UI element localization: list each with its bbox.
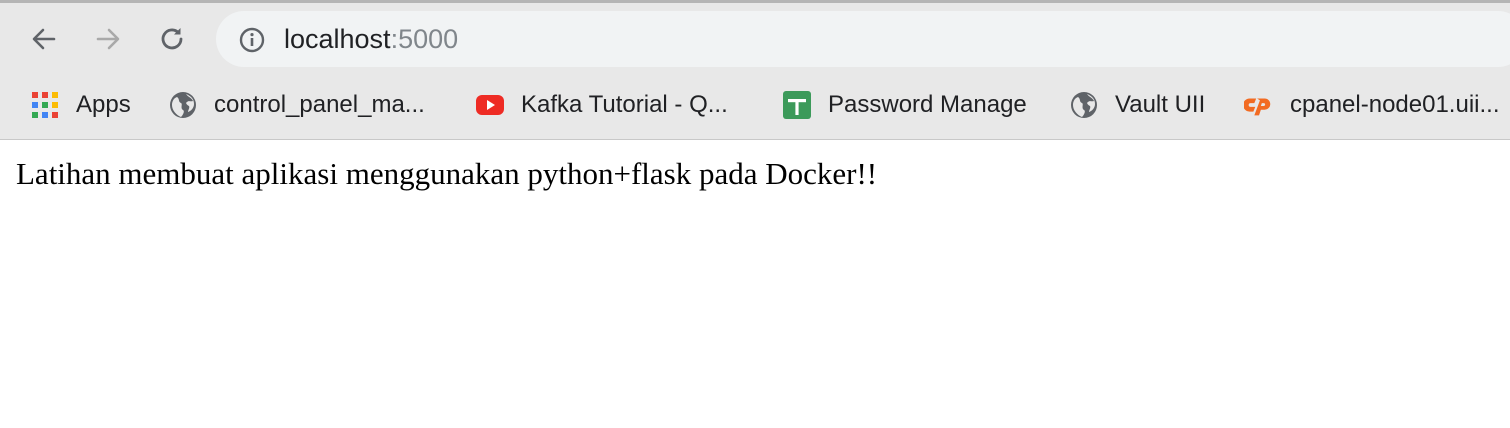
bookmark-cpanel-node01[interactable]: cpanel-node01.uii... <box>1244 85 1499 125</box>
page-body-text: Latihan membuat aplikasi menggunakan pyt… <box>16 156 878 191</box>
url-text[interactable]: localhost:5000 <box>284 24 458 55</box>
browser-toolbar: localhost:5000 Apps control_panel_ma... … <box>0 0 1510 140</box>
bookmarks-bar: Apps control_panel_ma... Kafka Tutorial … <box>0 75 1510 135</box>
forward-button[interactable] <box>90 21 126 57</box>
address-bar[interactable]: localhost:5000 <box>216 11 1510 67</box>
bookmark-control-panel[interactable]: control_panel_ma... <box>168 85 425 125</box>
url-port: :5000 <box>390 24 459 54</box>
bookmark-apps[interactable]: Apps <box>30 85 131 125</box>
globe-icon <box>168 90 198 120</box>
sheets-icon <box>782 90 812 120</box>
bookmark-kafka-tutorial[interactable]: Kafka Tutorial - Q... <box>475 85 728 125</box>
url-host: localhost <box>284 24 391 54</box>
youtube-icon <box>475 90 505 120</box>
bookmark-label: Apps <box>76 91 131 118</box>
reload-button[interactable] <box>154 21 190 57</box>
apps-grid-icon <box>30 90 60 120</box>
globe-icon <box>1069 90 1099 120</box>
reload-icon <box>161 28 183 50</box>
cpanel-icon <box>1244 90 1274 120</box>
arrow-right-icon <box>96 28 120 50</box>
arrow-left-icon <box>32 28 56 50</box>
bookmark-label: Password Manage <box>828 91 1027 118</box>
back-button[interactable] <box>26 21 62 57</box>
bookmark-vault-uii[interactable]: Vault UII <box>1069 85 1205 125</box>
bookmark-label: cpanel-node01.uii... <box>1290 91 1500 118</box>
bookmark-password-manager[interactable]: Password Manage <box>782 85 1027 125</box>
bookmark-label: Kafka Tutorial - Q... <box>521 91 728 118</box>
bookmark-label: Vault UII <box>1115 91 1206 118</box>
info-icon[interactable] <box>238 26 266 54</box>
bookmark-label: control_panel_ma... <box>214 91 425 118</box>
